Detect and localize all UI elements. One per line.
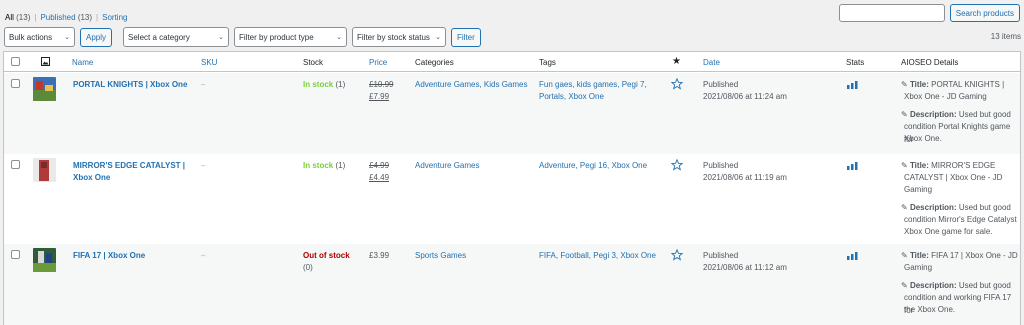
chevron-down-icon: ⌄ <box>218 34 224 41</box>
view-sorting[interactable]: Sorting <box>102 13 127 22</box>
column-date[interactable]: Date <box>703 58 720 67</box>
category-label: Select a category <box>128 32 190 42</box>
items-count: 13 items <box>990 32 1021 41</box>
featured-star-icon[interactable] <box>671 78 683 90</box>
table-row: PORTAL KNIGHTS | Xbox One – In stock (1)… <box>4 73 1020 154</box>
table-row: FIFA 17 | Xbox One – Out of stock (0) £3… <box>4 244 1020 325</box>
categories-links[interactable]: Adventure Games, Kids Games <box>415 78 528 91</box>
column-aioseo: AIOSEO Details <box>901 58 959 67</box>
product-thumbnail[interactable] <box>33 248 56 272</box>
aioseo-title-line2: Xbox One - JD Gaming <box>904 92 987 101</box>
product-thumbnail[interactable] <box>33 158 56 182</box>
tags-links[interactable]: FIFA, Football, Pegi 3, Xbox One <box>539 249 656 262</box>
view-published[interactable]: Published (13) <box>40 13 92 22</box>
sku-value: – <box>201 161 206 170</box>
featured-star-icon[interactable]: ★ <box>672 56 681 67</box>
view-all[interactable]: All (13) <box>5 13 30 22</box>
aioseo-title-line3: Gaming <box>904 185 933 194</box>
stock-status: In stock (1) <box>303 161 346 170</box>
products-table: Name SKU Stock Price Categories Tags ★ D… <box>3 51 1021 325</box>
aioseo-description-line3: the Xbox One. <box>904 305 956 314</box>
filter-button[interactable]: Filter <box>451 28 481 47</box>
apply-button[interactable]: Apply <box>80 28 113 47</box>
column-stock: Stock <box>303 58 324 67</box>
product-name-link-line2[interactable]: Xbox One <box>73 171 110 184</box>
bulk-actions-select[interactable]: Bulk actions ⌄ <box>4 27 75 47</box>
bulk-actions-label: Bulk actions <box>9 32 53 42</box>
aioseo-title-line2: Gaming <box>904 263 933 272</box>
search-products-button[interactable]: Search products <box>949 4 1020 22</box>
image-icon <box>41 57 50 66</box>
product-name-link[interactable]: PORTAL KNIGHTS | Xbox One <box>73 78 187 91</box>
column-stats: Stats <box>846 58 865 67</box>
stats-bar-icon[interactable] <box>847 81 858 89</box>
product-name-link[interactable]: FIFA 17 | Xbox One <box>73 249 145 262</box>
sale-price: £7.99 <box>369 92 390 101</box>
publish-date: 2021/08/06 at 11:12 am <box>703 263 787 272</box>
status-views: All (13) | Published (13) | Sorting <box>5 13 128 22</box>
stats-bar-icon[interactable] <box>847 162 858 170</box>
price: £3.99 <box>369 251 390 260</box>
pencil-icon[interactable]: ✎ <box>901 110 908 119</box>
stock-status-label: Filter by stock status <box>357 32 430 42</box>
categories-links[interactable]: Adventure Games <box>415 159 479 172</box>
chevron-down-icon: ⌄ <box>64 34 70 41</box>
select-all-checkbox[interactable] <box>11 57 20 66</box>
featured-star-icon[interactable] <box>671 159 683 171</box>
categories-links[interactable]: Sports Games <box>415 249 466 262</box>
sku-value: – <box>201 80 206 89</box>
pencil-icon[interactable]: ✎ <box>901 80 908 89</box>
row-checkbox[interactable] <box>11 79 20 88</box>
sale-price: £4.49 <box>369 173 390 182</box>
row-checkbox[interactable] <box>11 250 20 259</box>
pencil-icon[interactable]: ✎ <box>901 203 908 212</box>
pencil-icon[interactable]: ✎ <box>901 251 908 260</box>
product-type-select[interactable]: Filter by product type ⌄ <box>234 27 347 47</box>
category-select[interactable]: Select a category ⌄ <box>123 27 229 47</box>
tags-links[interactable]: Adventure, Pegi 16, Xbox One <box>539 159 647 172</box>
featured-star-icon[interactable] <box>671 249 683 261</box>
table-row: MIRROR'S EDGE CATALYST | Xbox One – In s… <box>4 154 1020 244</box>
search-input[interactable] <box>838 4 945 22</box>
column-price[interactable]: Price <box>369 58 387 67</box>
row-checkbox[interactable] <box>11 160 20 169</box>
chevron-down-icon: ⌄ <box>336 34 342 41</box>
product-thumbnail[interactable] <box>33 77 56 101</box>
publish-date: 2021/08/06 at 11:24 am <box>703 92 787 101</box>
pencil-icon[interactable]: ✎ <box>901 281 908 290</box>
chevron-down-icon: ⌄ <box>435 34 441 41</box>
column-tags: Tags <box>539 58 556 67</box>
pencil-icon[interactable]: ✎ <box>901 161 908 170</box>
publish-date: 2021/08/06 at 11:19 am <box>703 173 787 182</box>
stock-status-select[interactable]: Filter by stock status ⌄ <box>352 27 446 47</box>
aioseo-description-line3: Xbox One game for sale. <box>904 227 993 236</box>
sku-value: – <box>201 251 206 260</box>
stock-quantity: (0) <box>303 263 313 272</box>
stock-status: In stock (1) <box>303 80 346 89</box>
search-box: Search products <box>838 4 1020 22</box>
column-categories: Categories <box>415 58 454 67</box>
product-type-label: Filter by product type <box>239 32 314 42</box>
aioseo-description-line3: Xbox One. <box>904 134 942 143</box>
column-name[interactable]: Name <box>72 58 93 67</box>
table-header: Name SKU Stock Price Categories Tags ★ D… <box>4 52 1020 72</box>
column-sku[interactable]: SKU <box>201 58 217 67</box>
tags-links-line2[interactable]: Portals, Xbox One <box>539 90 604 103</box>
stats-bar-icon[interactable] <box>847 252 858 260</box>
